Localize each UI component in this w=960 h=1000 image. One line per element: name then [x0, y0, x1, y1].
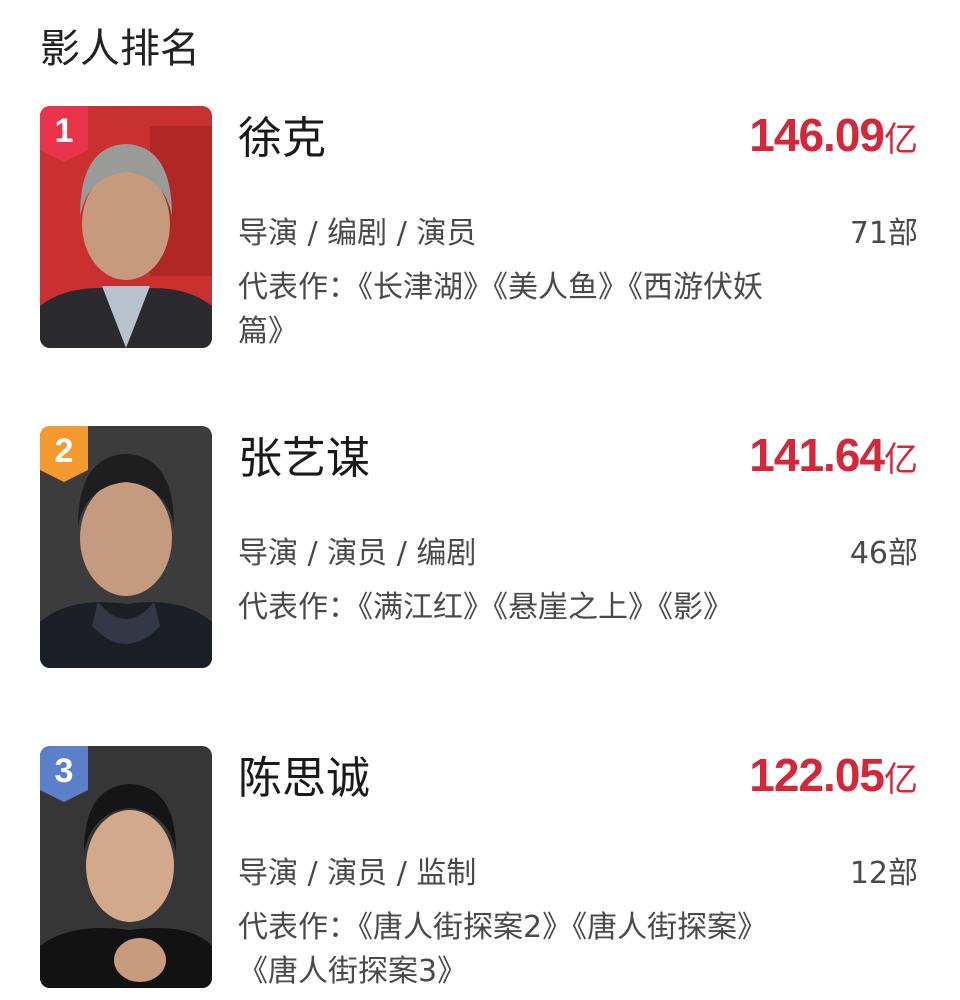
- works-count: 12部: [849, 856, 918, 891]
- avatar[interactable]: 3: [40, 746, 212, 988]
- box-office-value: 122.05: [749, 749, 885, 801]
- rank-badge: 2: [40, 426, 88, 484]
- box-office-total: 141.64亿: [749, 428, 918, 482]
- rank-badge: 1: [40, 106, 88, 164]
- rank-number: 2: [54, 432, 74, 470]
- works-count: 46部: [849, 536, 918, 571]
- rank-number: 1: [54, 112, 74, 150]
- roles: 导演 / 演员 / 编剧: [238, 536, 477, 571]
- ranking-item[interactable]: 3 陈思诚 122.05亿 导演 / 演员 / 监制 12部 代表作：《唐人街探…: [0, 746, 960, 996]
- ranking-item[interactable]: 1 徐克 146.09亿 导演 / 编剧 / 演员 71部 代表作：《长津湖》《…: [0, 106, 960, 356]
- box-office-unit: 亿: [884, 120, 918, 160]
- rank-number: 3: [54, 752, 74, 790]
- representative-works: 代表作：《唐人街探案2》《唐人街探案》《唐人街探案3》: [238, 910, 768, 989]
- avatar[interactable]: 2: [40, 426, 212, 668]
- ranking-item[interactable]: 2 张艺谋 141.64亿 导演 / 演员 / 编剧 46部 代表作：《满江红》…: [0, 426, 960, 676]
- works-count: 71部: [849, 216, 918, 251]
- page-title: 影人排名: [40, 26, 200, 72]
- box-office-value: 141.64: [749, 429, 885, 481]
- box-office-unit: 亿: [884, 760, 918, 800]
- representative-works: 代表作：《长津湖》《美人鱼》《西游伏妖篇》: [238, 270, 763, 349]
- box-office-unit: 亿: [884, 440, 918, 480]
- roles: 导演 / 编剧 / 演员: [238, 216, 477, 251]
- box-office-value: 146.09: [749, 109, 885, 161]
- person-name[interactable]: 张艺谋: [238, 430, 370, 488]
- person-name[interactable]: 陈思诚: [238, 750, 370, 808]
- person-name[interactable]: 徐克: [238, 110, 326, 168]
- roles: 导演 / 演员 / 监制: [238, 856, 477, 891]
- box-office-total: 122.05亿: [749, 748, 918, 802]
- representative-works: 代表作：《满江红》《悬崖之上》《影》: [238, 590, 733, 625]
- avatar[interactable]: 1: [40, 106, 212, 348]
- box-office-total: 146.09亿: [749, 108, 918, 162]
- rank-badge: 3: [40, 746, 88, 804]
